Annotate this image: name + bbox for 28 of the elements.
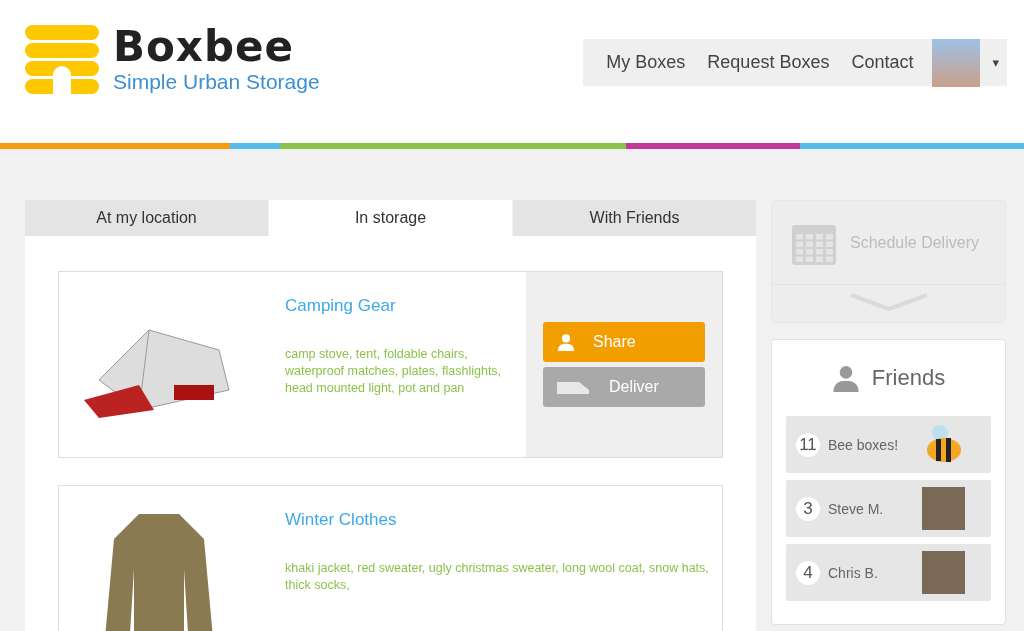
box-count: 4 — [796, 560, 820, 585]
photo-placeholder — [922, 551, 965, 594]
friend-item[interactable]: 4 Chris B. — [786, 544, 991, 601]
tab[interactable]: With Friends — [513, 200, 756, 236]
friend-name: Chris B. — [828, 564, 879, 581]
menu-caret[interactable]: ▾ — [992, 55, 999, 70]
friend-name: Steve M. — [828, 500, 885, 517]
friend-item[interactable]: 3 Steve M. — [786, 480, 991, 537]
box-count: 3 — [796, 496, 820, 521]
photo-placeholder — [922, 487, 965, 530]
nav-link[interactable]: Contact — [840, 52, 925, 73]
friend-name: Bee boxes! — [828, 436, 900, 453]
person-icon — [557, 333, 575, 351]
brand-tagline: Simple Urban Storage — [113, 69, 320, 95]
logo-icon — [25, 25, 99, 95]
brand-name: Boxbee — [113, 25, 295, 69]
box-count: 11 — [796, 432, 820, 457]
person-icon — [831, 364, 860, 392]
nav-link[interactable]: Request Boxes — [696, 52, 841, 73]
box-contents: khaki jacket, red sweater, ugly christmas sweater, long wool coat, snow hats, thick socks, — [285, 560, 710, 594]
box-contents: camp stove, tent, foldable chairs, waterproof matches, plates, flashlights, head mounted light, pot and pan — [285, 346, 503, 397]
tab[interactable]: In storage — [269, 200, 512, 236]
friend-item[interactable]: 11 Bee boxes! — [786, 416, 991, 473]
friends-title: Friends — [871, 365, 946, 391]
nav-link[interactable]: My Boxes — [595, 52, 697, 73]
tab[interactable]: At my location — [25, 200, 268, 236]
van-icon — [557, 379, 591, 395]
photo-placeholder[interactable] — [932, 38, 981, 87]
